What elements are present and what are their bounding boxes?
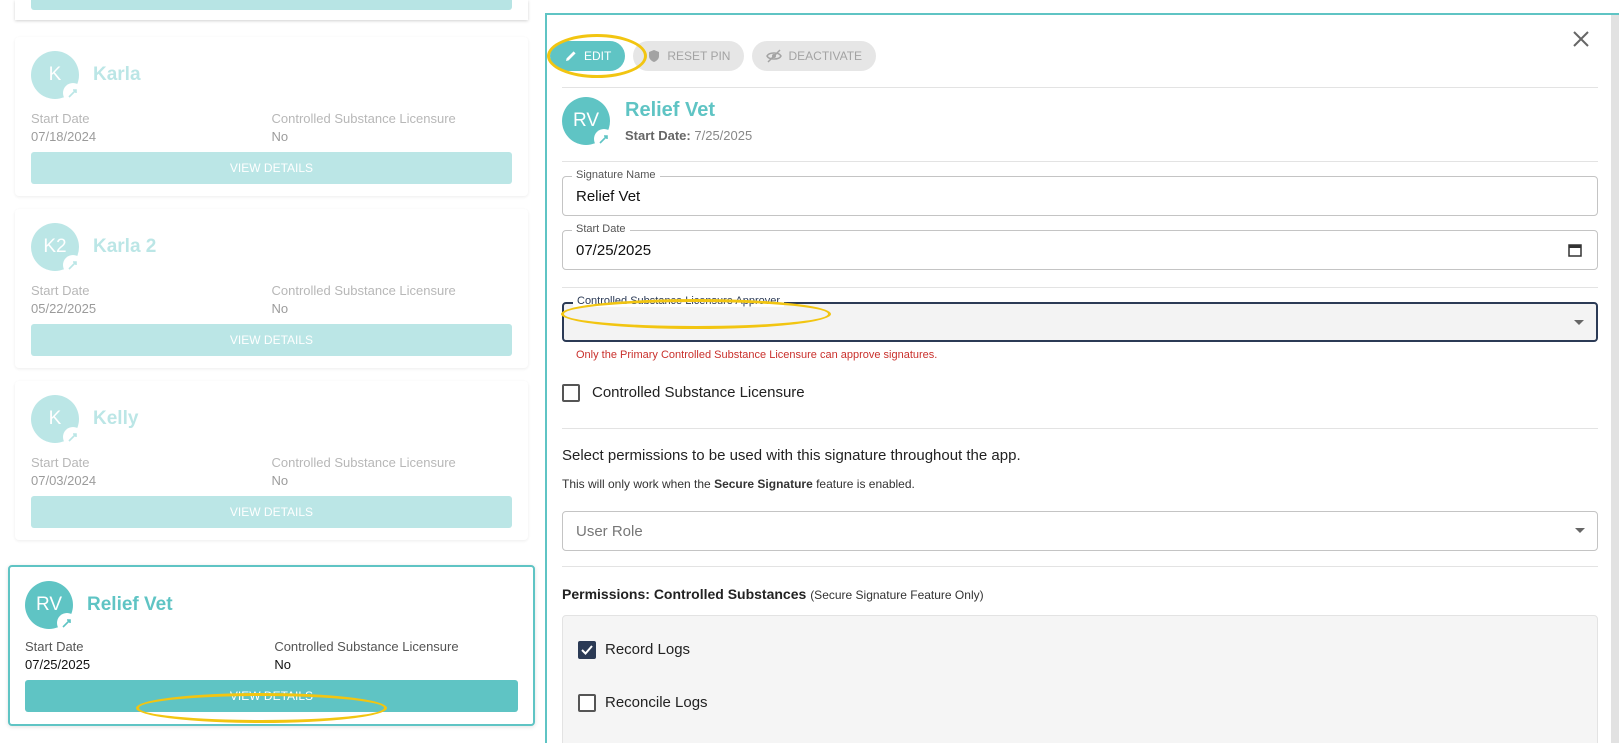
- dropdown-arrow-icon: [1575, 528, 1585, 533]
- reset-pin-label: RESET PIN: [667, 49, 731, 63]
- avatar: K: [31, 395, 83, 447]
- signature-name-value: Relief Vet: [576, 188, 641, 205]
- view-details-button[interactable]: VIEW DETAILS: [25, 680, 518, 712]
- signature-pen-icon: [594, 129, 614, 149]
- signature-detail-panel: EDIT RESET PIN DEACTIVATE RV Relief Vet …: [545, 13, 1619, 743]
- header-avatar: RV: [562, 97, 614, 149]
- signature-card[interactable]: K Kelly Start Date 07/03/2024 Controlled …: [15, 381, 528, 540]
- user-role-select[interactable]: User Role: [562, 511, 1598, 551]
- calendar-icon[interactable]: [1567, 242, 1583, 258]
- divider: [562, 161, 1598, 162]
- card-name: Karla 2: [93, 236, 157, 257]
- csl-value: No: [271, 473, 289, 488]
- close-icon[interactable]: [1569, 27, 1593, 51]
- view-details-button[interactable]: VIEW DETAILS: [31, 152, 512, 184]
- page: K Karla Start Date 07/18/2024 Controlled …: [0, 0, 1619, 743]
- start-date-field[interactable]: Start Date 07/25/2025: [562, 223, 1598, 270]
- view-details-button[interactable]: VIEW DETAILS: [31, 496, 512, 528]
- view-details-button[interactable]: VIEW DETAILS: [31, 324, 512, 356]
- signature-name-field[interactable]: Signature Name Relief Vet: [562, 169, 1598, 216]
- start-date-label: Start Date: [25, 639, 84, 654]
- divider: [562, 87, 1598, 88]
- approver-label: Controlled Substance Licensure Approver: [573, 295, 785, 307]
- csl-label: Controlled Substance Licensure: [271, 283, 456, 298]
- permissions-text: Select permissions to be used with this …: [562, 447, 1021, 464]
- start-date-value: 05/22/2025: [31, 301, 97, 316]
- toolbar: EDIT RESET PIN DEACTIVATE: [550, 41, 877, 71]
- divider: [562, 287, 1598, 288]
- divider: [562, 566, 1598, 567]
- header-start-date: Start Date: 7/25/2025: [625, 128, 753, 143]
- eye-off-icon: [766, 49, 783, 63]
- permissions-subtext: This will only work when the Secure Sign…: [562, 477, 915, 491]
- start-date-label: Start Date: [31, 111, 90, 126]
- signature-pen-icon: [63, 255, 83, 275]
- signature-card[interactable]: K2 Karla 2 Start Date 05/22/2025 Controll…: [15, 209, 528, 368]
- approver-error-text: Only the Primary Controlled Substance Li…: [576, 349, 938, 361]
- signature-card[interactable]: K Karla Start Date 07/18/2024 Controlled …: [15, 37, 528, 196]
- csl-checkbox[interactable]: [562, 384, 580, 402]
- csl-label: Controlled Substance Licensure: [271, 455, 456, 470]
- reconcile-logs-label: Reconcile Logs: [605, 694, 708, 711]
- edit-button[interactable]: EDIT: [550, 41, 626, 71]
- shield-icon: [649, 50, 660, 62]
- csl-value: No: [271, 129, 289, 144]
- card-name: Karla: [93, 64, 141, 85]
- approver-select[interactable]: Controlled Substance Licensure Approver: [562, 295, 1598, 342]
- scrollbar[interactable]: [1611, 15, 1619, 743]
- csl-label: Controlled Substance Licensure: [271, 111, 456, 126]
- start-date-label: Start Date: [31, 455, 90, 470]
- signature-pen-icon: [57, 613, 77, 633]
- dropdown-arrow-icon: [1574, 320, 1584, 325]
- record-logs-label: Record Logs: [605, 641, 691, 658]
- start-date-label: Start Date: [31, 283, 90, 298]
- start-date-value: 07/18/2024: [31, 129, 97, 144]
- csl-checkbox-label: Controlled Substance Licensure: [592, 384, 805, 401]
- cs-permissions-title: Permissions: Controlled Substances (Secu…: [562, 586, 984, 602]
- edit-label: EDIT: [584, 49, 612, 63]
- start-date-value: 07/25/2025: [576, 242, 652, 259]
- deactivate-button[interactable]: DEACTIVATE: [752, 41, 877, 71]
- avatar: K: [31, 51, 83, 103]
- divider: [562, 428, 1598, 429]
- signature-list: K Karla Start Date 07/18/2024 Controlled …: [0, 0, 540, 743]
- header-name: Relief Vet: [625, 99, 716, 121]
- signature-pen-icon: [63, 83, 83, 103]
- deactivate-label: DEACTIVATE: [788, 49, 863, 63]
- avatar: K2: [31, 223, 83, 275]
- signature-name-label: Signature Name: [572, 169, 660, 181]
- cs-permissions-box: Record Logs Reconcile Logs: [562, 615, 1598, 743]
- signature-card-selected[interactable]: RV Relief Vet Start Date 07/25/2025 Contr…: [8, 565, 535, 726]
- user-role-placeholder: User Role: [576, 523, 643, 540]
- card-name: Relief Vet: [87, 594, 173, 615]
- previous-card-stub: [15, 0, 528, 20]
- csl-label: Controlled Substance Licensure: [274, 639, 459, 654]
- pencil-icon: [566, 51, 576, 61]
- reset-pin-button[interactable]: RESET PIN: [633, 41, 745, 71]
- avatar: RV: [25, 581, 77, 633]
- csl-value: No: [271, 301, 289, 316]
- reconcile-logs-checkbox[interactable]: [578, 694, 596, 712]
- card-name: Kelly: [93, 408, 139, 429]
- check-icon: [581, 645, 593, 655]
- csl-value: No: [274, 657, 291, 672]
- record-logs-checkbox[interactable]: [578, 641, 596, 659]
- signature-pen-icon: [63, 427, 83, 447]
- start-date-value: 07/25/2025: [25, 657, 91, 672]
- start-date-value: 07/03/2024: [31, 473, 97, 488]
- start-date-label: Start Date: [572, 223, 630, 235]
